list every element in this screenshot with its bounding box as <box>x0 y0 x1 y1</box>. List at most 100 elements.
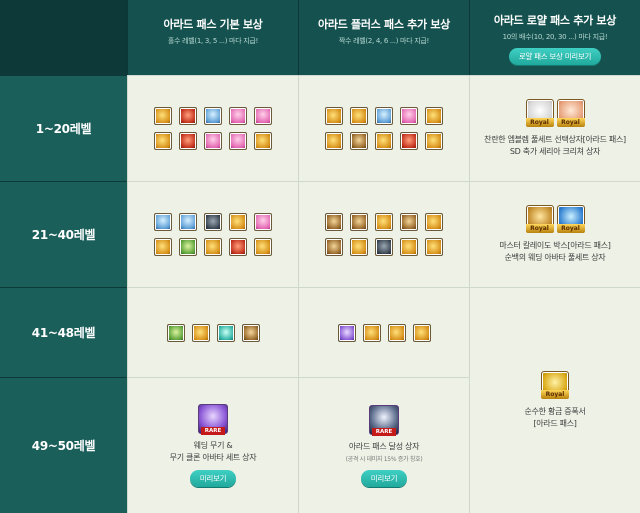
reward-item-icon[interactable] <box>154 238 172 256</box>
royal-desc-line: 찬란한 엠블렘 풀세트 선택상자[아라드 패스] <box>484 135 626 144</box>
plus-rewards-1-20 <box>298 75 469 181</box>
reward-item-icon[interactable] <box>400 107 418 125</box>
level-label-41-48: 41~48레벨 <box>0 287 127 377</box>
reward-item-icon[interactable] <box>350 238 368 256</box>
reward-item-icon[interactable] <box>204 132 222 150</box>
reward-item-icon[interactable] <box>204 238 222 256</box>
rare-tag: RARE <box>372 427 396 436</box>
reward-item-icon[interactable] <box>375 107 393 125</box>
emblem-box-icon[interactable]: Royal <box>525 99 554 127</box>
header-royal-sub: 10의 배수(10, 20, 30 ...) 마다 지급! <box>502 33 608 41</box>
reward-item-icon[interactable] <box>362 323 381 342</box>
pass-achievement-box-icon[interactable]: RARE <box>369 404 399 436</box>
reward-item-icon[interactable] <box>325 107 343 125</box>
reward-item-icon[interactable] <box>254 238 272 256</box>
kaleido-box-icon[interactable]: Royal <box>525 205 554 233</box>
reward-item-icon[interactable] <box>204 213 222 231</box>
header-basic-sub: 홀수 레벨(1, 3, 5 ...) 마다 지급! <box>167 37 259 45</box>
reward-item-icon[interactable] <box>425 213 443 231</box>
royal-rewards-1-20: Royal Royal 찬란한 엠블렘 풀세트 선택상자[아라드 패스] SD … <box>469 75 640 181</box>
final-desc-line: 무기 클론 아바타 세트 상자 <box>169 453 257 462</box>
reward-item-icon[interactable] <box>375 213 393 231</box>
reward-item-icon[interactable] <box>325 132 343 150</box>
royal-reward-desc: 순수한 황금 증폭서 [아라드 패스] <box>525 406 586 430</box>
royal-tag: Royal <box>525 224 554 233</box>
plus-final-reward: RARE 아라드 패스 달성 상자 (공격 시 데미지 15% 증가 칭호) 미… <box>298 377 469 513</box>
header-plus-title: 아라드 플러스 패스 추가 보상 <box>318 18 450 31</box>
reward-item-icon[interactable] <box>179 238 197 256</box>
reward-item-icon[interactable] <box>179 132 197 150</box>
creature-box-icon[interactable]: Royal <box>556 99 585 127</box>
royal-desc-line: 순백의 웨딩 아바타 풀세트 상자 <box>504 253 606 262</box>
royal-reward-desc: 마스터 칼레이도 박스[아라드 패스] 순백의 웨딩 아바타 풀세트 상자 <box>499 240 611 264</box>
reward-item-icon[interactable] <box>229 132 247 150</box>
reward-item-icon[interactable] <box>216 323 235 342</box>
reward-item-icon[interactable] <box>350 213 368 231</box>
header-basic-title: 아라드 패스 기본 보상 <box>163 18 263 31</box>
reward-item-icon[interactable] <box>387 323 406 342</box>
royal-tag: Royal <box>556 118 585 127</box>
icon-grid <box>154 213 272 256</box>
pass-reward-table: 아라드 패스 기본 보상 홀수 레벨(1, 3, 5 ...) 마다 지급! 아… <box>0 0 640 513</box>
royal-tag: Royal <box>556 224 585 233</box>
plus-preview-button[interactable]: 미리보기 <box>360 469 408 487</box>
reward-item-icon[interactable] <box>154 107 172 125</box>
reward-item-icon[interactable] <box>375 238 393 256</box>
reward-item-icon[interactable] <box>337 323 356 342</box>
reward-item-icon[interactable] <box>154 132 172 150</box>
reward-item-icon[interactable] <box>179 213 197 231</box>
reward-item-icon[interactable] <box>229 107 247 125</box>
reward-item-icon[interactable] <box>254 107 272 125</box>
reward-item-icon[interactable] <box>154 213 172 231</box>
reward-item-icon[interactable] <box>325 213 343 231</box>
royal-preview-button[interactable]: 로얄 패스 보상 미리보기 <box>508 48 602 65</box>
final-desc-line: 웨딩 무기 & <box>193 441 233 450</box>
reward-item-icon[interactable] <box>179 107 197 125</box>
reward-item-icon[interactable] <box>254 132 272 150</box>
royal-desc-line: [아라드 패스] <box>533 419 577 428</box>
reward-item-icon[interactable] <box>375 132 393 150</box>
reward-item-icon[interactable] <box>191 323 210 342</box>
basic-rewards-21-40 <box>127 181 298 287</box>
header-royal-title: 아라드 로얄 패스 추가 보상 <box>493 14 617 27</box>
final-basic-desc: 웨딩 무기 & 무기 클론 아바타 세트 상자 <box>170 440 257 464</box>
basic-rewards-41-48 <box>127 287 298 377</box>
basic-rewards-1-20 <box>127 75 298 181</box>
reward-item-icon[interactable] <box>400 238 418 256</box>
reward-item-icon[interactable] <box>400 213 418 231</box>
icon-grid <box>166 323 260 342</box>
rare-tag: RARE <box>201 427 225 435</box>
basic-final-reward: RARE 웨딩 무기 & 무기 클론 아바타 세트 상자 미리보기 <box>127 377 298 513</box>
header-corner <box>0 0 127 75</box>
reward-item-icon[interactable] <box>400 132 418 150</box>
icon-grid <box>337 323 431 342</box>
plus-rewards-41-48 <box>298 287 469 377</box>
basic-preview-button[interactable]: 미리보기 <box>189 470 237 487</box>
header-royal: 아라드 로얄 패스 추가 보상 10의 배수(10, 20, 30 ...) 마… <box>469 0 640 75</box>
reward-item-icon[interactable] <box>412 323 431 342</box>
reward-item-icon[interactable] <box>229 213 247 231</box>
royal-reward-desc: 찬란한 엠블렘 풀세트 선택상자[아라드 패스] SD 축가 세리아 크리쳐 상… <box>484 134 626 158</box>
royal-desc-line: 마스터 칼레이도 박스[아라드 패스] <box>499 241 611 250</box>
reward-item-icon[interactable] <box>425 107 443 125</box>
royal-rewards-21-40: Royal Royal 마스터 칼레이도 박스[아라드 패스] 순백의 웨딩 아… <box>469 181 640 287</box>
reward-item-icon[interactable] <box>425 238 443 256</box>
wedding-weapon-box-icon[interactable]: RARE <box>198 404 228 435</box>
reward-item-icon[interactable] <box>350 132 368 150</box>
plus-rewards-21-40 <box>298 181 469 287</box>
reward-item-icon[interactable] <box>204 107 222 125</box>
golden-amplify-icon[interactable]: Royal <box>541 371 569 399</box>
level-label-49-50: 49~50레벨 <box>0 377 127 513</box>
royal-tag: Royal <box>541 390 569 399</box>
reward-item-icon[interactable] <box>241 323 260 342</box>
reward-item-icon[interactable] <box>166 323 185 342</box>
wedding-avatar-box-icon[interactable]: Royal <box>556 205 585 233</box>
reward-item-icon[interactable] <box>229 238 247 256</box>
reward-item-icon[interactable] <box>350 107 368 125</box>
final-plus-note: (공격 시 데미지 15% 증가 칭호) <box>345 455 423 463</box>
reward-item-icon[interactable] <box>325 238 343 256</box>
royal-rewards-41-50: Royal 순수한 황금 증폭서 [아라드 패스] <box>469 287 640 513</box>
icon-grid <box>325 107 443 150</box>
reward-item-icon[interactable] <box>425 132 443 150</box>
reward-item-icon[interactable] <box>254 213 272 231</box>
